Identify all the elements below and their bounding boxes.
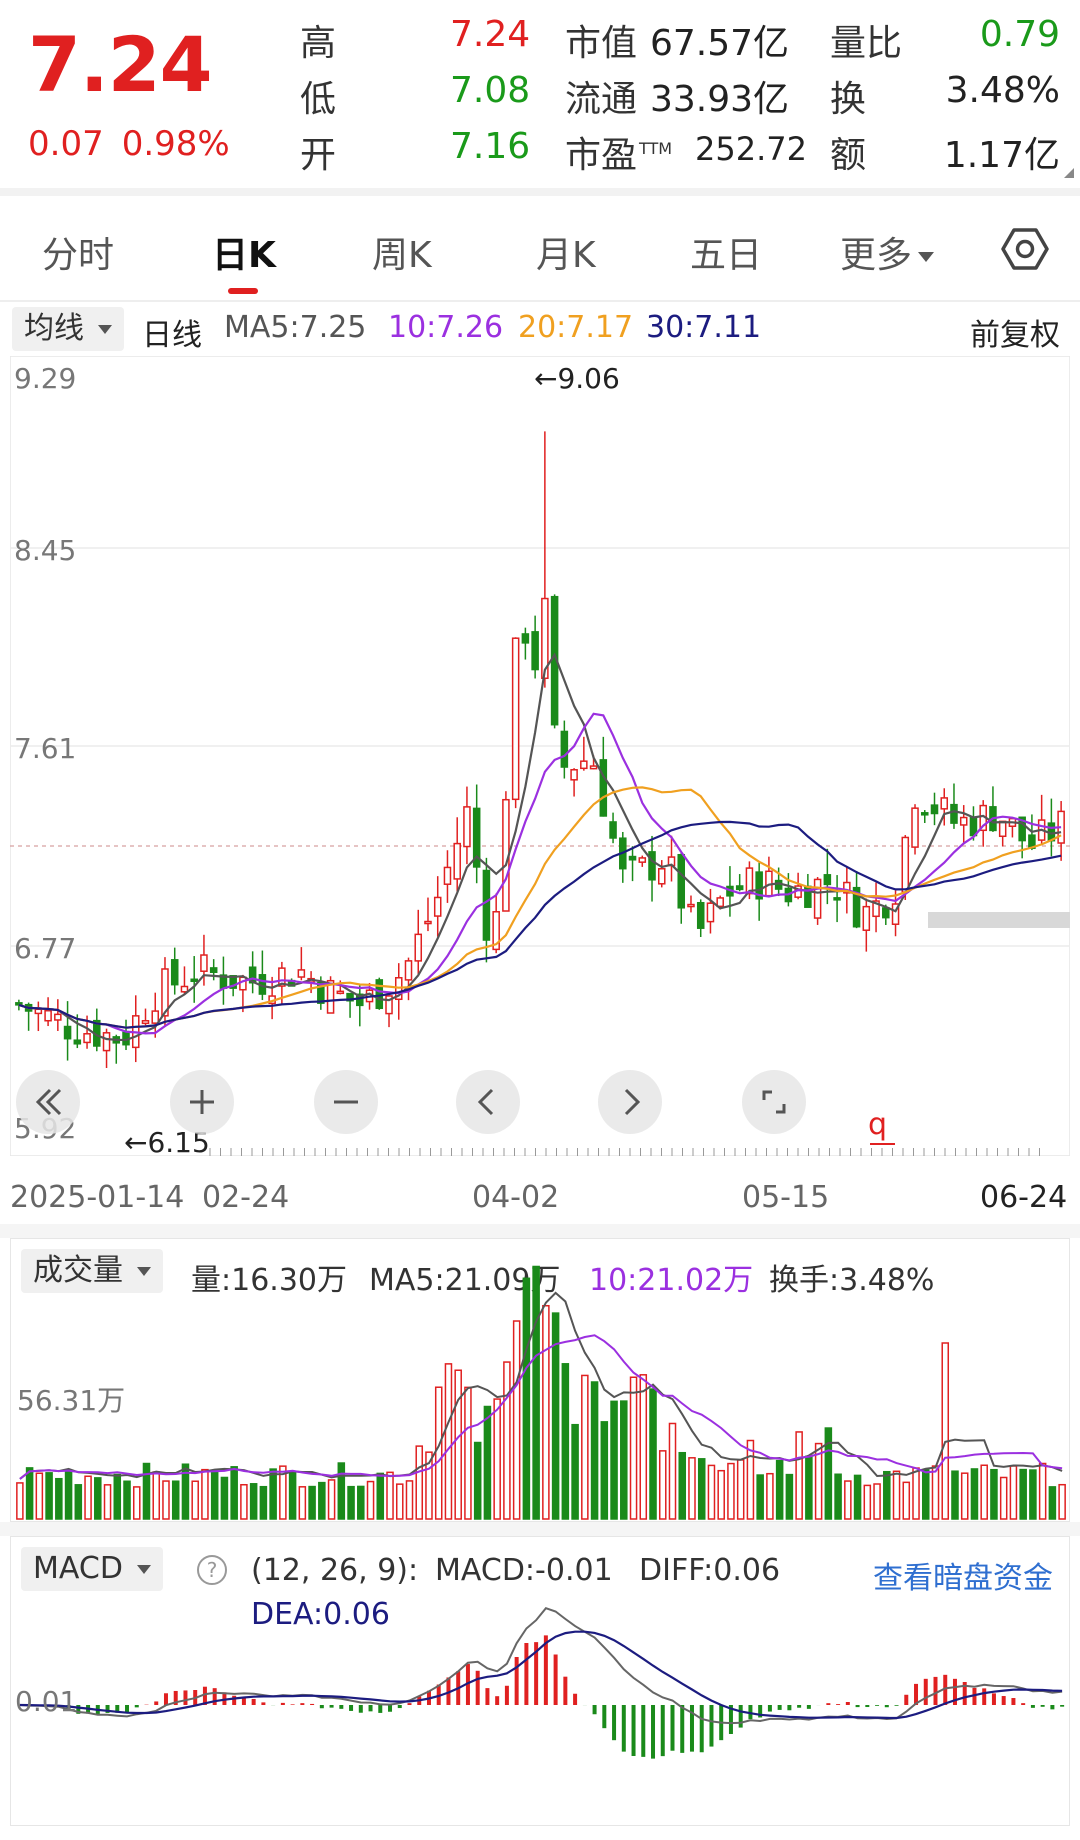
turnover-value: 3.48%: [945, 70, 1060, 111]
pe-label: 市盈 TTM: [565, 126, 672, 178]
market-cap-value: 67.57亿: [650, 23, 790, 64]
turnover-label: 换: [830, 79, 867, 120]
macd-plot: [19, 1607, 1065, 1759]
divider: [0, 1224, 1080, 1238]
current-price: 7.24: [28, 20, 213, 109]
candlestick-plot: q: [9, 355, 1071, 1218]
open-label: 开: [300, 135, 337, 176]
quote-row-high: 高 7.24 市值 67.57亿 量比 0.79: [300, 14, 1070, 70]
volume-y-tick: 56.31万: [17, 1384, 126, 1417]
volume-plot: [16, 1265, 1066, 1520]
float-cap-label: 流通: [565, 79, 638, 120]
minus-icon: [334, 1100, 358, 1104]
rewind-button[interactable]: [16, 1070, 80, 1134]
tab-five-day[interactable]: 五日: [690, 226, 762, 278]
x-tick-5: 06-24: [980, 1180, 1068, 1215]
x-tick-2: 02-24: [202, 1180, 290, 1215]
y-tick-top: 9.29: [14, 362, 77, 395]
tab-intraday[interactable]: 分时: [42, 226, 114, 278]
expand-caret-icon[interactable]: [1054, 168, 1074, 178]
tab-monthly-k[interactable]: 月K: [536, 226, 596, 278]
ma-selector[interactable]: 均线: [12, 307, 124, 351]
next-button[interactable]: [598, 1070, 662, 1134]
chevron-down-icon: [918, 252, 935, 262]
float-cap-value: 33.93亿: [650, 79, 790, 120]
zoom-in-button[interactable]: [170, 1070, 234, 1134]
high-price-marker: ←9.06: [534, 362, 620, 395]
price-change: 0.07 0.98%: [28, 124, 248, 164]
period-tabs: 分时 日K 周K 月K 五日 更多: [0, 196, 1080, 302]
x-tick-3: 04-02: [472, 1180, 560, 1215]
q-marker-icon: q: [868, 1107, 887, 1142]
chevron-right-icon: [624, 1088, 641, 1116]
amount-label: 额: [830, 135, 867, 176]
quote-row-low: 低 7.08 流通 33.93亿 换 3.48%: [300, 70, 1070, 126]
ma5-value: MA5:7.25: [224, 310, 367, 345]
quote-row-open: 开 7.16 市盈 TTM 252.72 额 1.17亿: [300, 126, 1070, 182]
pe-ttm-sup: TTM: [639, 139, 673, 158]
market-cap-label: 市值: [565, 23, 638, 64]
ma10-value: 10:7.26: [388, 310, 504, 345]
ma20-value: 20:7.17: [518, 310, 634, 345]
period-label: 日线: [142, 318, 202, 353]
volume-bars: [16, 1265, 1066, 1520]
tab-more-label: 更多: [840, 235, 913, 276]
divider: [0, 1522, 1080, 1536]
plus-icon: [190, 1090, 214, 1114]
tab-more[interactable]: 更多: [840, 226, 935, 278]
prev-button[interactable]: [456, 1070, 520, 1134]
quote-header: 7.24 0.07 0.98% 高 7.24 市值 67.57亿 量比 0.79 …: [0, 0, 1080, 190]
settings-icon[interactable]: [1000, 224, 1050, 274]
active-tab-indicator: [228, 288, 258, 294]
volume-ratio-label: 量比: [830, 23, 903, 64]
quote-stats: 高 7.24 市值 67.57亿 量比 0.79 低 7.08 流通 33.93…: [300, 14, 1070, 182]
low-label: 低: [300, 79, 337, 120]
amount-value: 1.17亿: [943, 135, 1060, 176]
high-value: 7.24: [450, 14, 531, 55]
volume-ratio-value: 0.79: [979, 14, 1060, 55]
pe-label-text: 市盈: [565, 135, 638, 176]
candlestick-chart[interactable]: q 9.29 8.45 7.61 6.77 5.92 ←9.06 ←6.15: [9, 355, 1071, 1218]
low-value: 7.08: [450, 70, 531, 111]
macd-panel[interactable]: MACD ? (12, 26, 9): MACD:-0.01 DIFF:0.06…: [10, 1536, 1070, 1826]
double-left-icon: [35, 1088, 62, 1116]
fullscreen-button[interactable]: [742, 1070, 806, 1134]
y-tick-2: 8.45: [14, 534, 77, 567]
y-tick-4: 6.77: [14, 932, 77, 965]
high-label: 高: [300, 23, 337, 64]
macd-y-tick: 0.01: [15, 1685, 78, 1718]
ma30-value: 30:7.11: [646, 310, 762, 345]
chevron-left-icon: [477, 1088, 494, 1116]
open-value: 7.16: [450, 126, 531, 167]
volume-ma-lines: [19, 1291, 1063, 1480]
ma-selector-label: 均线: [24, 311, 84, 346]
adjust-mode[interactable]: 前复权: [970, 310, 1060, 354]
pe-value: 252.72: [695, 130, 807, 168]
chevron-down-icon: [98, 325, 112, 334]
change-percent: 0.98%: [121, 124, 230, 164]
x-tick-4: 05-15: [742, 1180, 830, 1215]
divider: [0, 188, 1080, 196]
tab-daily-k[interactable]: 日K: [212, 226, 276, 278]
expand-icon: [762, 1090, 786, 1114]
tab-weekly-k[interactable]: 周K: [372, 226, 432, 278]
ma-indicator-bar: 均线 日线 MA5:7.25 10:7.26 20:7.17 30:7.11 前…: [0, 302, 1080, 356]
x-tick-1: 2025-01-14: [10, 1180, 185, 1215]
volume-panel[interactable]: 成交量 量:16.30万 MA5:21.09万 10:21.02万 换手:3.4…: [10, 1238, 1070, 1522]
y-tick-3: 7.61: [14, 732, 77, 765]
macd-histogram: [27, 1635, 1065, 1759]
macd-lines: [19, 1607, 1063, 1725]
change-amount: 0.07: [28, 124, 104, 164]
zoom-out-button[interactable]: [314, 1070, 378, 1134]
